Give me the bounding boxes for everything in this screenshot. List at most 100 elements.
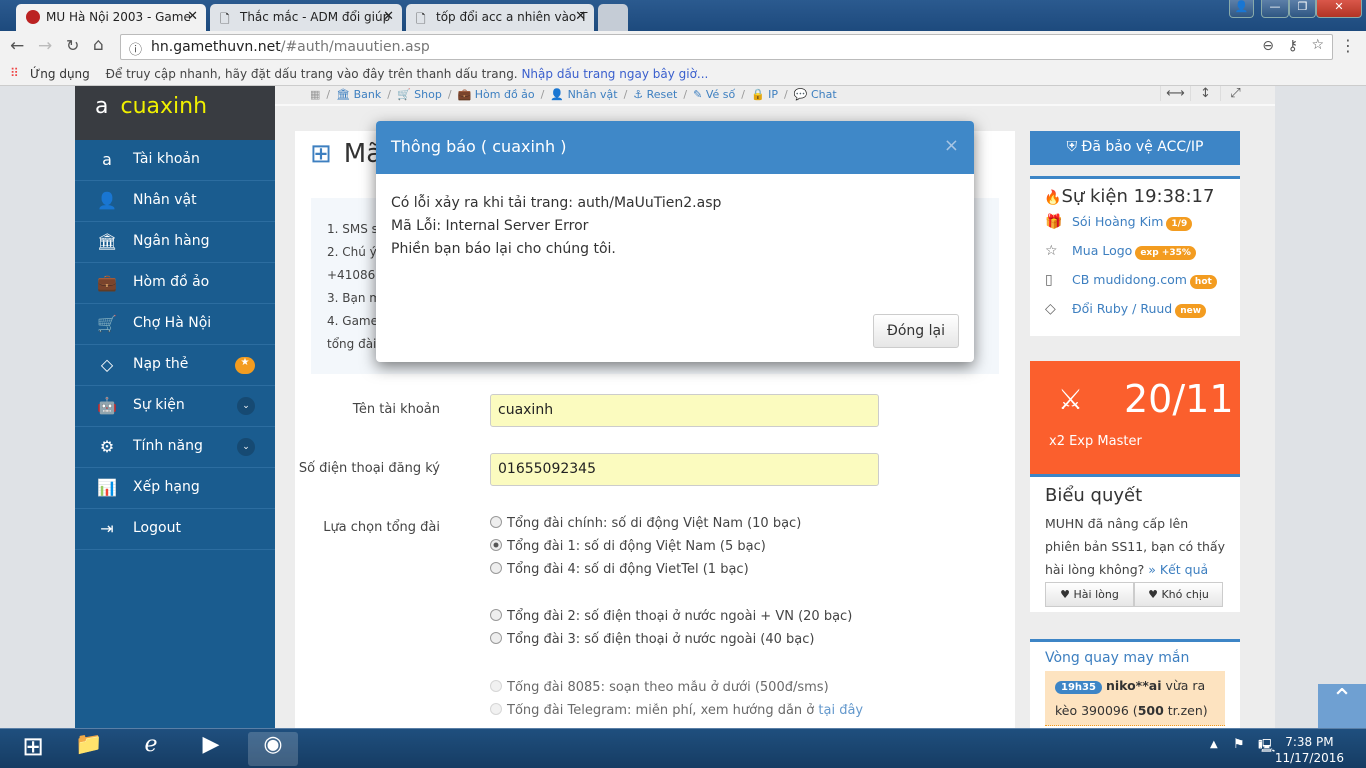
- sidebar-item-7[interactable]: ⚙ Tính năng ⌄: [75, 427, 275, 468]
- bookmarks-bar: ⠿ Ứng dụng Để truy cập nhanh, hãy đặt dấ…: [0, 63, 1366, 86]
- radio-button[interactable]: [490, 539, 502, 551]
- taskbar: ⊞ 📁 ℯ ▶ ◉ ▲ ⚑ 🖳 7:38 PM 11/17/2016: [0, 728, 1366, 768]
- breadcrumb-link[interactable]: 💼 Hòm đồ ảo: [458, 88, 535, 101]
- forward-icon[interactable]: →: [38, 36, 52, 56]
- tray-expand-icon[interactable]: ▲: [1210, 739, 1218, 750]
- close-icon[interactable]: ×: [944, 135, 959, 156]
- shield-icon: ⛨: [1066, 139, 1082, 155]
- clock[interactable]: 7:38 PM 11/17/2016: [1275, 734, 1344, 766]
- scroll-to-top-button[interactable]: ⌃: [1318, 684, 1366, 728]
- radio-button[interactable]: [490, 703, 502, 715]
- switchboard-option[interactable]: Tổng đài 3: số điện thoại ở nước ngoài (…: [490, 632, 815, 647]
- tab-thac-mac[interactable]: 🗋 Thắc mắc - ADM đổi giúp ✕: [210, 4, 402, 31]
- windows-icon: ⊞: [310, 139, 332, 169]
- switchboard-option[interactable]: Tổng đài 8085: soạn theo mẫu ở dưới (500…: [490, 680, 829, 695]
- event-link[interactable]: 🎁 Sói Hoàng Kim 1/9: [1030, 214, 1240, 243]
- home-icon[interactable]: ⌂: [93, 35, 104, 55]
- events-title: 🔥Sự kiện 19:38:17: [1044, 186, 1215, 207]
- breadcrumb-link[interactable]: 🏛 Bank: [336, 88, 381, 101]
- breadcrumb-link[interactable]: ⚓ Reset: [633, 88, 677, 101]
- close-tab-icon[interactable]: ✕: [575, 9, 586, 24]
- breadcrumb-link[interactable]: ✎ Vé số: [693, 88, 735, 101]
- network-icon[interactable]: 🖳: [1258, 737, 1275, 759]
- promo-banner[interactable]: ⚔ 20/11 x2 Exp Master: [1030, 361, 1240, 474]
- switchboard-option[interactable]: Tổng đài Telegram: miễn phí, xem hướng d…: [490, 703, 863, 718]
- fullscreen-icon[interactable]: ⤢: [1220, 86, 1250, 101]
- heartbeat-icon: ♥: [1148, 588, 1162, 601]
- radio-button[interactable]: [490, 632, 502, 644]
- event-badge: 1/9: [1166, 217, 1193, 231]
- start-button[interactable]: ⊞: [8, 732, 58, 766]
- sidebar-item-6[interactable]: 🤖 Sự kiện ⌄: [75, 386, 275, 427]
- event-link[interactable]: ☆ Mua Logo exp +35%: [1030, 243, 1240, 272]
- cart-icon: 🛒: [97, 314, 117, 333]
- sidebar-item-1[interactable]: 👤 Nhân vật: [75, 181, 275, 222]
- event-link[interactable]: ◇ Đổi Ruby / Ruud new: [1030, 301, 1240, 330]
- chevron-down-icon[interactable]: ⌄: [237, 438, 255, 456]
- maximize-button[interactable]: ❐: [1289, 0, 1316, 18]
- chat-icon: 💬: [793, 88, 811, 101]
- page-title: ⊞ Mã: [310, 139, 383, 169]
- telegram-guide-link[interactable]: tại đây: [818, 703, 863, 718]
- sidebar-item-5[interactable]: ◇ Nạp thẻ ★: [75, 345, 275, 386]
- account-input[interactable]: cuaxinh: [490, 394, 879, 427]
- sidebar-item-9[interactable]: ⇥ Logout: [75, 509, 275, 550]
- zoom-out-icon[interactable]: ⊖: [1262, 38, 1274, 54]
- poll-yes-button[interactable]: ♥ Hài lòng: [1045, 582, 1134, 607]
- address-bar[interactable]: ⓘ hn.gamethuvn.net/#auth/mauutien.asp ⊖ …: [120, 34, 1333, 60]
- tab-mu-hanoi[interactable]: MU Hà Nội 2003 - Game ✕: [16, 4, 206, 31]
- radio-button[interactable]: [490, 562, 502, 574]
- close-tab-icon[interactable]: ✕: [187, 9, 198, 24]
- breadcrumb-link[interactable]: 🔒 IP: [751, 88, 778, 101]
- event-badge: new: [1175, 304, 1207, 318]
- profile-icon[interactable]: 👤: [1229, 0, 1254, 18]
- sidebar-item-3[interactable]: 💼 Hòm đồ ảo: [75, 263, 275, 304]
- internet-explorer-icon[interactable]: ℯ: [126, 732, 176, 766]
- sidebar-item-8[interactable]: 📊 Xếp hạng: [75, 468, 275, 509]
- breadcrumb-link[interactable]: 👤 Nhân vật: [550, 88, 617, 101]
- sidebar-item-4[interactable]: 🛒 Chợ Hà Nội: [75, 304, 275, 345]
- breadcrumb-link[interactable]: 💬 Chat: [794, 88, 837, 101]
- radio-button[interactable]: [490, 609, 502, 621]
- action-center-flag-icon[interactable]: ⚑: [1233, 737, 1245, 752]
- close-tab-icon[interactable]: ✕: [383, 9, 394, 24]
- height-toggle-icon[interactable]: ↕: [1190, 86, 1220, 101]
- tab-top-doi-acc[interactable]: 🗋 tốp đổi acc a nhiên vào T ✕: [406, 4, 594, 31]
- radio-button[interactable]: [490, 516, 502, 528]
- switchboard-option[interactable]: Tổng đài chính: số di động Việt Nam (10 …: [490, 516, 801, 531]
- phone-input[interactable]: 01655092345: [490, 453, 879, 486]
- key-icon[interactable]: ⚷: [1288, 38, 1298, 54]
- poll-result-link[interactable]: » Kết quả: [1148, 562, 1208, 577]
- width-toggle-icon[interactable]: ⟷: [1160, 86, 1190, 101]
- poll-no-button[interactable]: ♥ Khó chịu: [1134, 582, 1223, 607]
- back-icon[interactable]: ←: [10, 36, 24, 56]
- close-modal-button[interactable]: Đóng lại: [873, 314, 959, 348]
- star-badge: ★: [235, 357, 255, 374]
- chevron-down-icon[interactable]: ⌄: [237, 397, 255, 415]
- calendar-icon[interactable]: ▦: [310, 88, 320, 101]
- reset-icon: ⚓: [633, 88, 647, 101]
- protect-account-button[interactable]: ⛨ Đã bảo vệ ACC/IP: [1030, 131, 1240, 165]
- sidebar-item-2[interactable]: 🏛 Ngân hàng: [75, 222, 275, 263]
- phone-label: Số điện thoại đăng ký: [298, 461, 440, 476]
- minimize-button[interactable]: —: [1261, 0, 1289, 18]
- apps-link[interactable]: Ứng dụng: [30, 67, 90, 81]
- import-bookmarks-link[interactable]: Nhập dấu trang ngay bây giờ...: [521, 67, 708, 81]
- menu-icon[interactable]: ⋮: [1340, 36, 1356, 55]
- new-tab-button[interactable]: [598, 4, 628, 31]
- switchboard-option[interactable]: Tổng đài 4: số di động VietTel (1 bạc): [490, 562, 749, 577]
- switchboard-option[interactable]: Tổng đài 1: số di động Việt Nam (5 bạc): [490, 539, 766, 554]
- close-window-button[interactable]: ✕: [1316, 0, 1362, 18]
- media-player-icon[interactable]: ▶: [186, 732, 236, 766]
- switchboard-option[interactable]: Tổng đài 2: số điện thoại ở nước ngoài +…: [490, 609, 852, 624]
- radio-button[interactable]: [490, 680, 502, 692]
- event-link[interactable]: ▯ CB mudidong.com hot: [1030, 272, 1240, 301]
- bookmark-star-icon[interactable]: ☆: [1311, 37, 1324, 53]
- breadcrumb-link[interactable]: 🛒 Shop: [397, 88, 442, 101]
- ticket-icon: ✎: [693, 88, 706, 101]
- explorer-icon[interactable]: 📁: [64, 732, 114, 766]
- chrome-icon[interactable]: ◉: [248, 732, 298, 766]
- sidebar-item-0[interactable]: a Tài khoản: [75, 140, 275, 181]
- reload-icon[interactable]: ↻: [66, 36, 79, 55]
- bank-icon: 🏛: [97, 232, 118, 251]
